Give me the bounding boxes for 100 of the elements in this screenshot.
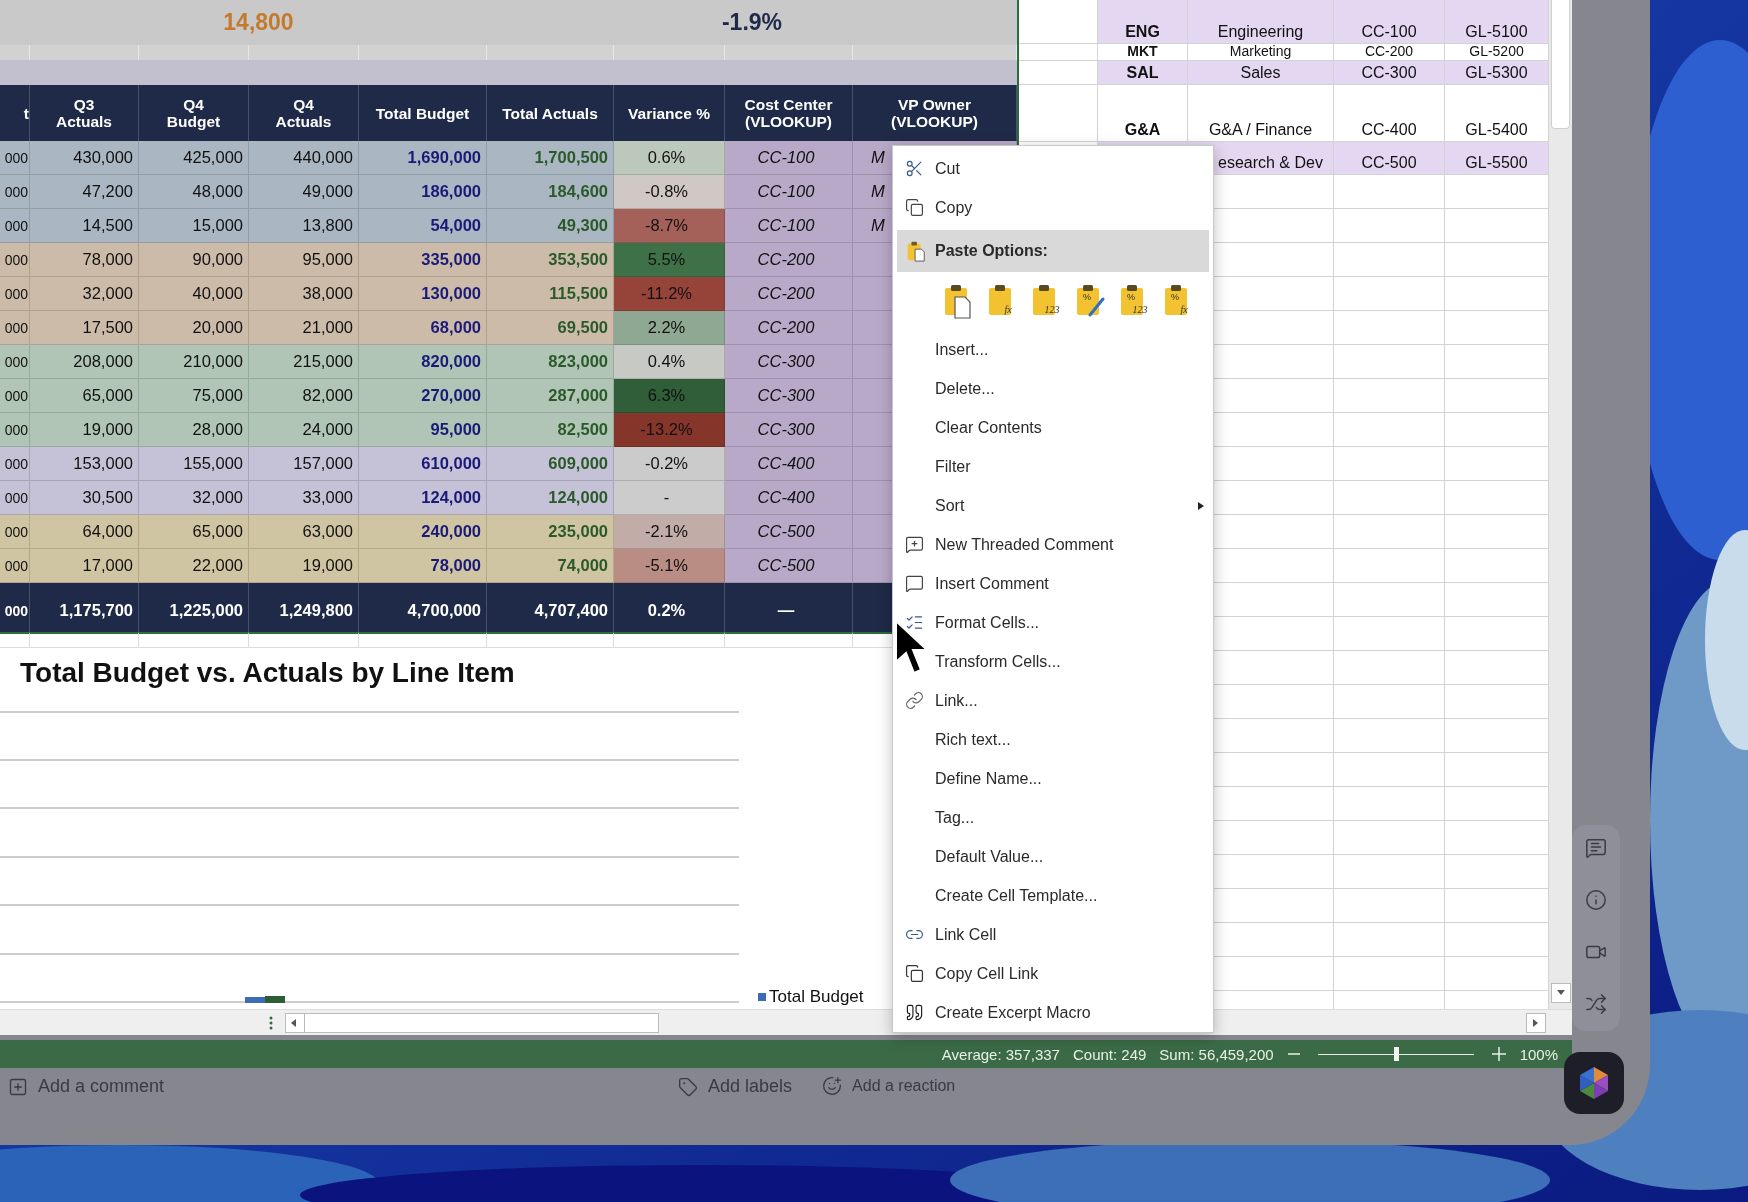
table-cell: Marketing bbox=[1188, 44, 1334, 61]
app-button[interactable] bbox=[1564, 1052, 1624, 1114]
table-cell: CC-200 bbox=[725, 243, 853, 277]
zoom-level: 100% bbox=[1519, 1045, 1558, 1063]
clipboard-icon bbox=[905, 240, 927, 262]
table-cell: 5.5% bbox=[614, 243, 725, 277]
table-cell: 000 bbox=[0, 583, 30, 633]
table-cell: GL-5300 bbox=[1445, 61, 1549, 85]
table-cell: 4,707,400 bbox=[487, 583, 614, 633]
table-cell: -2.1% bbox=[614, 515, 725, 549]
menu-item[interactable]: Link Cell bbox=[893, 915, 1213, 954]
table-cell: CC-300 bbox=[725, 379, 853, 413]
table-cell: CC-400 bbox=[725, 481, 853, 515]
list-icon bbox=[904, 613, 924, 632]
kpi-value: -1.9% bbox=[720, 9, 784, 36]
zoom-in-icon[interactable] bbox=[1490, 1046, 1507, 1062]
table-cell: G&A bbox=[1098, 85, 1188, 142]
table-cell: CC-300 bbox=[725, 345, 853, 379]
table-cell: 2.2% bbox=[614, 311, 725, 345]
table-cell: 0.2% bbox=[614, 583, 725, 633]
table-cell: CC-400 bbox=[1334, 85, 1445, 142]
table-cell: CC-200 bbox=[725, 277, 853, 311]
table-cell: CC-200 bbox=[725, 311, 853, 345]
table-cell: -0.8% bbox=[614, 175, 725, 209]
table-cell: CC-300 bbox=[725, 413, 853, 447]
table-cell: GL-5100 bbox=[1445, 0, 1549, 44]
table-cell: 4,700,000 bbox=[359, 583, 487, 633]
smile-plus-icon bbox=[822, 1076, 843, 1096]
shuffle-icon[interactable] bbox=[1585, 993, 1607, 1015]
horizontal-scrollbar[interactable] bbox=[285, 1012, 659, 1033]
table-cell: 1,175,700 bbox=[30, 583, 139, 633]
menu-item[interactable]: Default Value... bbox=[893, 837, 1213, 876]
table-cell: SAL bbox=[1098, 61, 1188, 85]
paste-option-button[interactable] bbox=[943, 283, 974, 319]
menu-item[interactable]: Tag... bbox=[893, 798, 1213, 837]
table-cell: CC-100 bbox=[725, 209, 853, 243]
menu-item[interactable]: Filter bbox=[893, 447, 1213, 486]
table-cell: GL-5400 bbox=[1445, 85, 1549, 142]
table-cell: Engineering bbox=[1188, 0, 1334, 44]
table-cell: G&A / Finance bbox=[1188, 85, 1334, 142]
table-cell: MKT bbox=[1098, 44, 1188, 61]
table-cell: CC-500 bbox=[1334, 142, 1445, 175]
menu-item[interactable]: Insert Comment bbox=[893, 564, 1213, 603]
table-cell: -0.2% bbox=[614, 447, 725, 481]
table-cell: 1,225,000 bbox=[139, 583, 249, 633]
menu-item[interactable]: Delete... bbox=[893, 369, 1213, 408]
chart-title: Total Budget vs. Actuals by Line Item bbox=[20, 657, 515, 689]
table-cell: CC-300 bbox=[1334, 61, 1445, 85]
copy-icon bbox=[904, 964, 924, 983]
table-cell: 1,249,800 bbox=[249, 583, 359, 633]
menu-item[interactable]: Create Excerpt Macro bbox=[893, 993, 1213, 1032]
table-cell: CC-100 bbox=[725, 175, 853, 209]
table-cell: 0.4% bbox=[614, 345, 725, 379]
link-icon bbox=[904, 691, 924, 710]
menu-item[interactable]: New Threaded Comment bbox=[893, 525, 1213, 564]
table-cell: -8.7% bbox=[614, 209, 725, 243]
scrollbar-thumb[interactable] bbox=[1551, 0, 1570, 129]
menu-item[interactable]: Paste Options: bbox=[897, 230, 1209, 272]
table-cell: 0.6% bbox=[614, 141, 725, 175]
table-cell: -5.1% bbox=[614, 549, 725, 583]
table-cell: Sales bbox=[1188, 61, 1334, 85]
kpi-value: 14,800 bbox=[222, 9, 295, 36]
comment-plus-icon bbox=[904, 535, 924, 554]
tag-icon bbox=[678, 1076, 698, 1097]
menu-item[interactable]: Insert... bbox=[893, 330, 1213, 369]
table-cell: - bbox=[614, 481, 725, 515]
table-cell: CC-200 bbox=[1334, 44, 1445, 61]
status-count: Count: 249 bbox=[1072, 1045, 1147, 1063]
comment-icon[interactable] bbox=[1585, 837, 1607, 859]
comment-icon bbox=[904, 574, 924, 593]
plus-square-icon bbox=[8, 1076, 28, 1097]
menu-item[interactable]: Create Cell Template... bbox=[893, 876, 1213, 915]
menu-item[interactable]: Copy Cell Link bbox=[893, 954, 1213, 993]
table-cell: CC-100 bbox=[1334, 0, 1445, 44]
table-cell: GL-5500 bbox=[1445, 142, 1549, 175]
copy-icon bbox=[904, 198, 924, 217]
legend-label: Total Budget bbox=[769, 987, 864, 1007]
menu-item[interactable]: Define Name... bbox=[893, 759, 1213, 798]
scroll-right-button[interactable] bbox=[1526, 1012, 1546, 1033]
menu-item[interactable]: Sort bbox=[893, 486, 1213, 525]
table-cell: — bbox=[725, 583, 853, 633]
menu-item[interactable]: Rich text... bbox=[893, 720, 1213, 759]
table-cell: CC-500 bbox=[725, 515, 853, 549]
status-average: Average: 357,337 bbox=[941, 1045, 1060, 1063]
scissors-icon bbox=[904, 159, 924, 178]
menu-item[interactable]: Clear Contents bbox=[893, 408, 1213, 447]
menu-item[interactable]: Link... bbox=[893, 681, 1213, 720]
quote-icon bbox=[904, 1003, 924, 1022]
table-cell: ENG bbox=[1098, 0, 1188, 44]
status-sum: Sum: 56,459,200 bbox=[1159, 1045, 1274, 1063]
table-cell: CC-500 bbox=[725, 549, 853, 583]
zoom-slider[interactable] bbox=[1393, 1046, 1399, 1061]
table-cell: CC-400 bbox=[725, 447, 853, 481]
menu-item[interactable]: Cut bbox=[893, 149, 1213, 188]
more-icon[interactable] bbox=[268, 1014, 274, 1031]
table-cell: 6.3% bbox=[614, 379, 725, 413]
table-cell bbox=[0, 632, 30, 648]
scroll-down-button[interactable] bbox=[1550, 983, 1571, 1003]
menu-item[interactable]: Copy bbox=[893, 188, 1213, 227]
info-icon[interactable] bbox=[1585, 889, 1607, 911]
